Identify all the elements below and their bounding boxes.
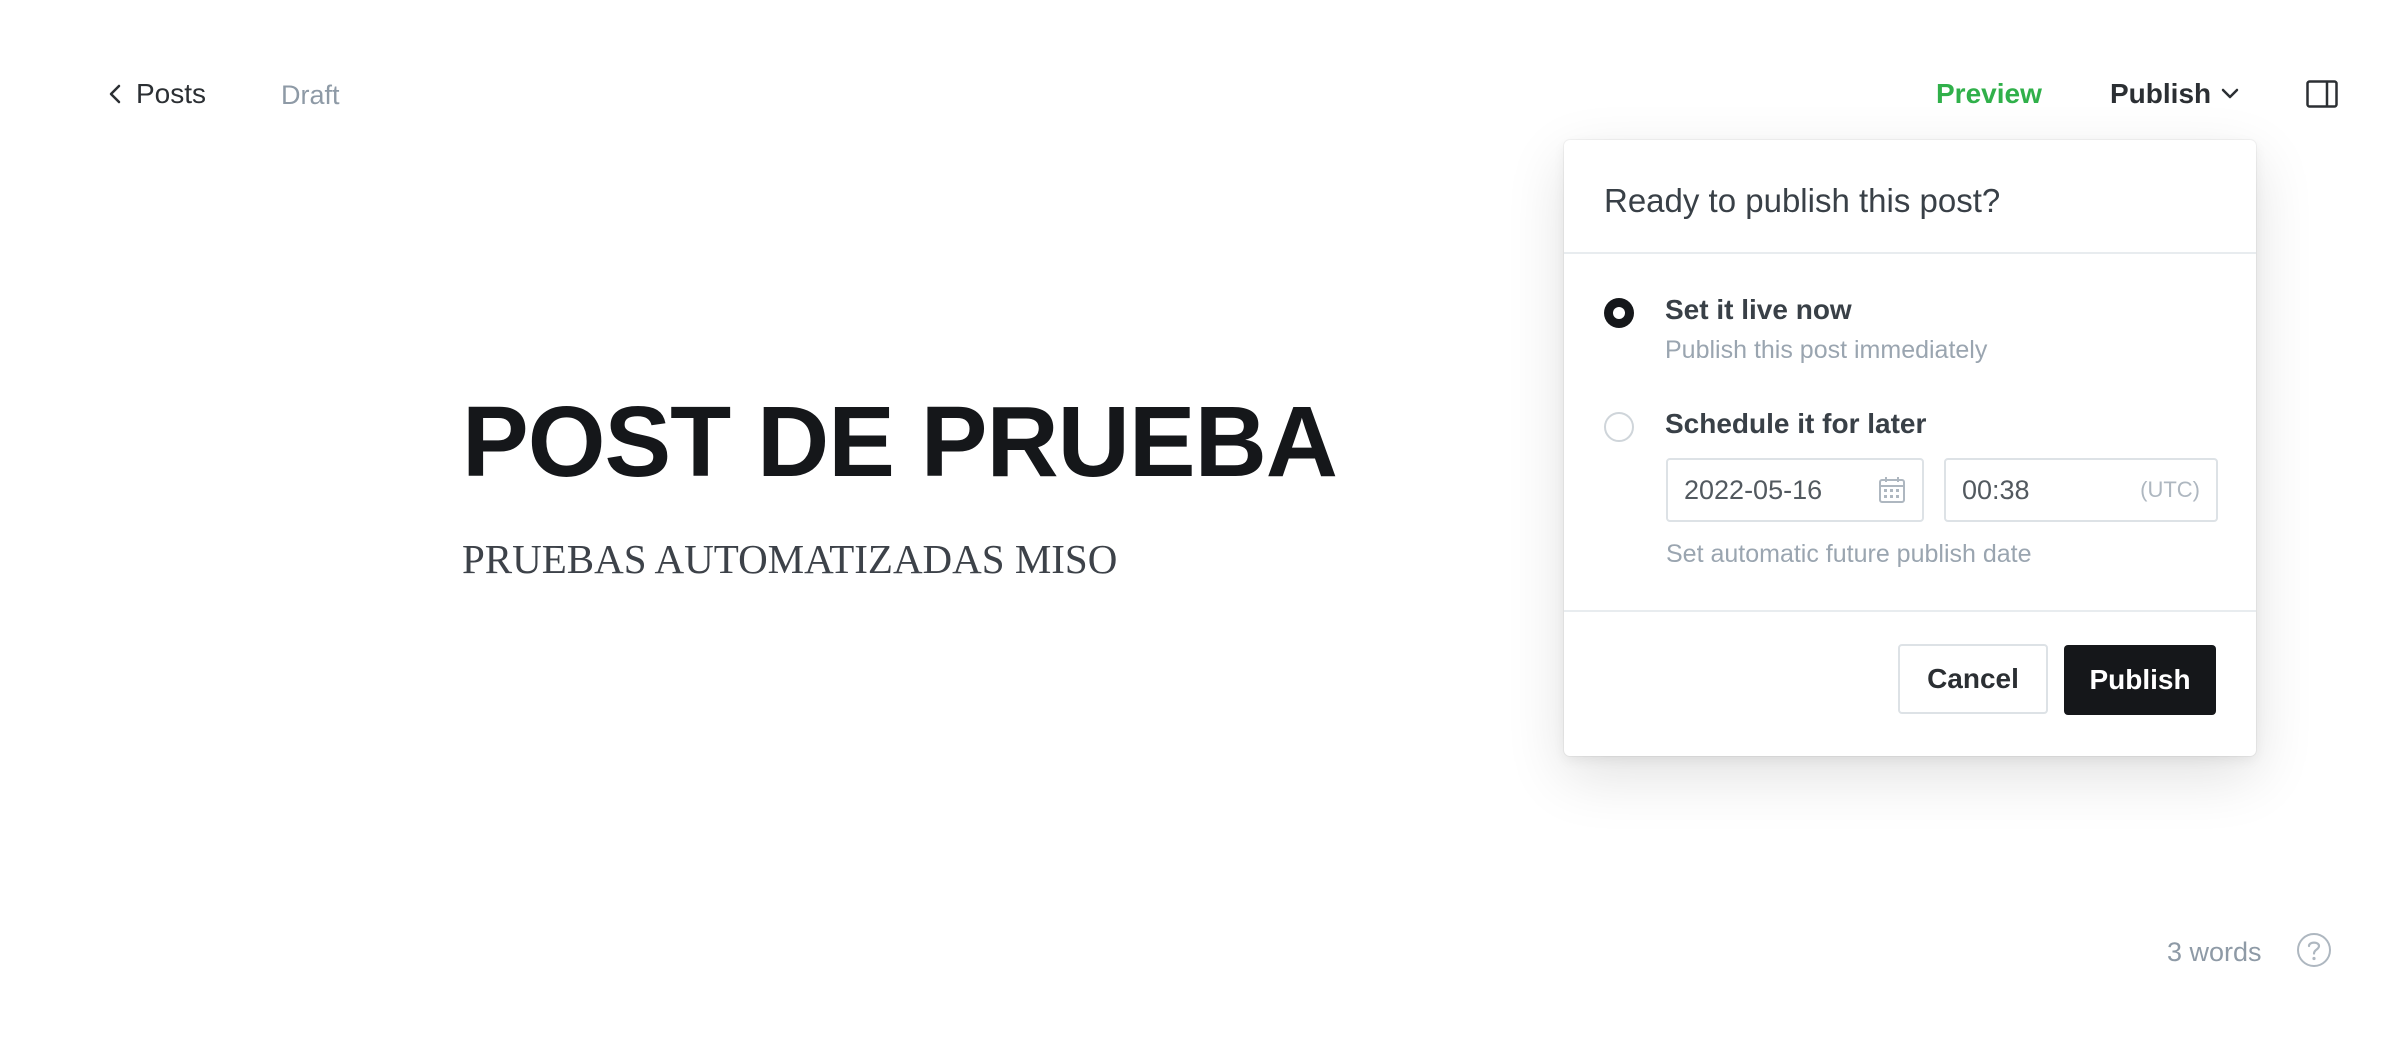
calendar-icon[interactable]	[1878, 476, 1906, 504]
time-input[interactable]: 00:38 (UTC)	[1944, 458, 2218, 522]
cancel-button[interactable]: Cancel	[1898, 644, 2048, 714]
option-sub: Publish this post immediately	[1665, 336, 1988, 364]
post-excerpt[interactable]: PRUEBAS AUTOMATIZADAS MISO	[462, 535, 1117, 583]
preview-button[interactable]: Preview	[1936, 78, 2042, 110]
sidebar-toggle-icon[interactable]	[2306, 80, 2338, 108]
schedule-inputs: 2022-05-16 00:38 (UTC)	[1666, 458, 2218, 522]
date-value: 2022-05-16	[1684, 474, 1823, 505]
option-label: Set it live now	[1665, 294, 1852, 325]
divider	[1564, 610, 2256, 612]
chevron-down-icon	[2221, 88, 2239, 99]
option-label: Schedule it for later	[1665, 408, 1927, 439]
back-to-posts-link[interactable]: Posts	[108, 78, 206, 110]
radio-publish-now[interactable]	[1604, 298, 1634, 328]
option-schedule-later[interactable]: Schedule it for later	[1604, 408, 1926, 442]
help-icon[interactable]	[2296, 932, 2332, 968]
timezone-label: (UTC)	[2140, 477, 2200, 502]
popover-heading: Ready to publish this post?	[1564, 140, 2256, 254]
time-value: 00:38	[1962, 474, 2030, 505]
schedule-help-text: Set automatic future publish date	[1666, 540, 2032, 568]
date-input[interactable]: 2022-05-16	[1666, 458, 1924, 522]
radio-schedule-later[interactable]	[1604, 412, 1634, 442]
option-publish-now[interactable]: Set it live now Publish this post immedi…	[1604, 294, 1987, 365]
post-title[interactable]: POST DE PRUEBA	[462, 385, 1338, 500]
chevron-left-icon	[109, 84, 121, 104]
back-label: Posts	[136, 78, 207, 109]
confirm-publish-button[interactable]: Publish	[2064, 645, 2216, 715]
post-status: Draft	[281, 80, 340, 110]
publish-popover: Ready to publish this post? Set it live …	[1564, 140, 2256, 756]
publish-trigger-label: Publish	[2110, 78, 2212, 109]
word-count: 3 words	[2167, 937, 2262, 967]
publish-menu-trigger[interactable]: Publish	[2110, 78, 2239, 110]
editor-page: Posts Draft Preview Publish POST DE PRUE…	[0, 0, 2400, 1040]
